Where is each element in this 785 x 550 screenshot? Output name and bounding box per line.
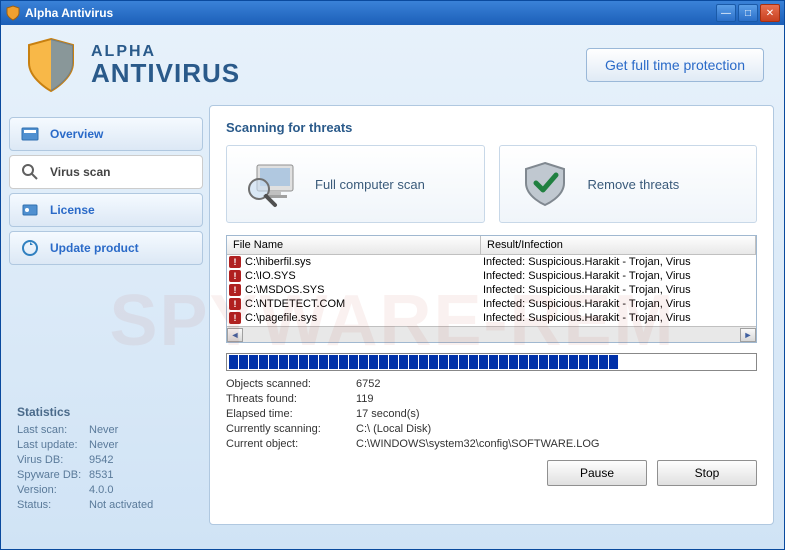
detail-label: Objects scanned: [226, 377, 356, 392]
section-title: Scanning for threats [226, 120, 757, 135]
stop-button[interactable]: Stop [657, 460, 757, 486]
sidebar-item-label: Virus scan [50, 165, 110, 179]
scroll-right-button[interactable]: ► [740, 328, 756, 342]
column-header-filename[interactable]: File Name [227, 236, 481, 254]
detail-label: Threats found: [226, 392, 356, 407]
window-title: Alpha Antivirus [25, 6, 716, 20]
logo: ALPHA ANTIVIRUS [21, 35, 240, 95]
results-table: File Name Result/Infection ! C:\hiberfil.… [226, 235, 757, 343]
stats-value: 9542 [89, 453, 113, 468]
result-text: Infected: Suspicious.Harakit - Trojan, V… [483, 312, 754, 324]
stats-value: 8531 [89, 468, 113, 483]
result-text: Infected: Suspicious.Harakit - Trojan, V… [483, 270, 754, 282]
full-scan-card[interactable]: Full computer scan [226, 145, 485, 223]
stats-label: Last update: [17, 438, 89, 453]
stats-label: Last scan: [17, 423, 89, 438]
detail-label: Currently scanning: [226, 422, 356, 437]
sidebar-item-overview[interactable]: Overview [9, 117, 203, 151]
monitor-magnify-icon [243, 159, 301, 209]
license-icon [20, 200, 40, 220]
table-row[interactable]: ! C:\MSDOS.SYS Infected: Suspicious.Haraki… [227, 283, 756, 297]
sidebar-item-label: License [50, 203, 95, 217]
result-text: Infected: Suspicious.Harakit - Trojan, V… [483, 256, 754, 268]
sidebar-item-label: Update product [50, 241, 139, 255]
file-name: C:\pagefile.sys [245, 312, 317, 324]
result-text: Infected: Suspicious.Harakit - Trojan, V… [483, 298, 754, 310]
table-row[interactable]: ! C:\pagefile.sys Infected: Suspicious.Har… [227, 311, 756, 325]
stats-label: Virus DB: [17, 453, 89, 468]
maximize-button[interactable]: □ [738, 4, 758, 22]
sidebar-item-virus-scan[interactable]: Virus scan [9, 155, 203, 189]
file-name: C:\MSDOS.SYS [245, 284, 324, 296]
file-name: C:\IO.SYS [245, 270, 296, 282]
stats-value: Not activated [89, 498, 153, 513]
sidebar-item-license[interactable]: License [9, 193, 203, 227]
detail-label: Elapsed time: [226, 407, 356, 422]
app-window: Alpha Antivirus — □ ✕ ALPHA ANTIVIRUS Ge… [0, 0, 785, 550]
minimize-button[interactable]: — [716, 4, 736, 22]
remove-threats-card[interactable]: Remove threats [499, 145, 758, 223]
warning-icon: ! [229, 256, 241, 268]
table-row[interactable]: ! C:\hiberfil.sys Infected: Suspicious.Har… [227, 255, 756, 269]
detail-value: 17 second(s) [356, 407, 420, 422]
app-icon [5, 5, 21, 21]
detail-value: C:\ (Local Disk) [356, 422, 431, 437]
detail-value: 6752 [356, 377, 380, 392]
table-row[interactable]: ! C:\IO.SYS Infected: Suspicious.Harakit -… [227, 269, 756, 283]
detail-value: C:\WINDOWS\system32\config\SOFTWARE.LOG [356, 437, 599, 452]
stats-value: 4.0.0 [89, 483, 113, 498]
stats-title: Statistics [17, 405, 195, 419]
overview-icon [20, 124, 40, 144]
result-text: Infected: Suspicious.Harakit - Trojan, V… [483, 284, 754, 296]
pause-button[interactable]: Pause [547, 460, 647, 486]
file-name: C:\hiberfil.sys [245, 256, 311, 268]
action-label: Remove threats [588, 177, 680, 192]
detail-label: Current object: [226, 437, 356, 452]
content-panel: Scanning for threats Full computer scan … [209, 105, 774, 525]
action-label: Full computer scan [315, 177, 425, 192]
detail-value: 119 [356, 392, 374, 407]
sidebar-item-update[interactable]: Update product [9, 231, 203, 265]
scroll-left-button[interactable]: ◄ [227, 328, 243, 342]
progress-bar [226, 353, 757, 371]
logo-text-2: ANTIVIRUS [91, 60, 240, 86]
titlebar: Alpha Antivirus — □ ✕ [1, 1, 784, 25]
update-icon [20, 238, 40, 258]
magnify-icon [20, 162, 40, 182]
column-header-result[interactable]: Result/Infection [481, 236, 756, 254]
stats-label: Spyware DB: [17, 468, 89, 483]
warning-icon: ! [229, 270, 241, 282]
header: ALPHA ANTIVIRUS Get full time protection [1, 25, 784, 105]
warning-icon: ! [229, 298, 241, 310]
sidebar-item-label: Overview [50, 127, 103, 141]
horizontal-scrollbar[interactable]: ◄ ► [227, 326, 756, 342]
warning-icon: ! [229, 284, 241, 296]
stats-value: Never [89, 423, 118, 438]
close-button[interactable]: ✕ [760, 4, 780, 22]
shield-check-icon [516, 159, 574, 209]
stats-label: Version: [17, 483, 89, 498]
file-name: C:\NTDETECT.COM [245, 298, 345, 310]
table-row[interactable]: ! C:\NTDETECT.COM Infected: Suspicious.Har… [227, 297, 756, 311]
warning-icon: ! [229, 312, 241, 324]
statistics-panel: Statistics Last scan:NeverLast update:Ne… [9, 405, 203, 513]
stats-label: Status: [17, 498, 89, 513]
shield-icon [21, 35, 81, 95]
stats-value: Never [89, 438, 118, 453]
sidebar: Overview Virus scan License Update produ… [1, 105, 209, 535]
get-protection-button[interactable]: Get full time protection [586, 48, 764, 82]
scan-details: Objects scanned:6752Threats found:119Ela… [226, 377, 757, 452]
